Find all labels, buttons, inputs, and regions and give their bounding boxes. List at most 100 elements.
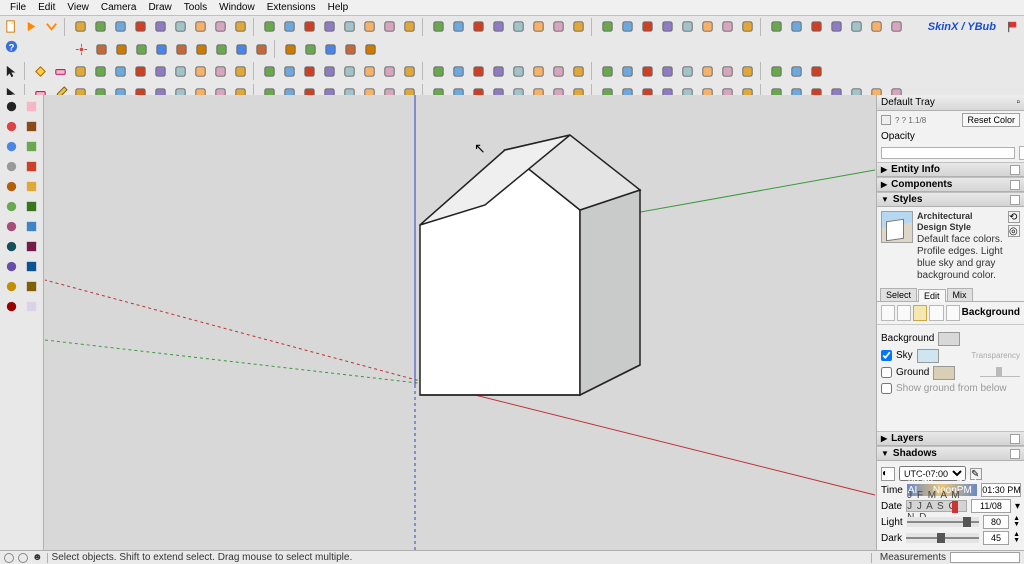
menu-window[interactable]: Window — [213, 2, 261, 13]
tool-icon[interactable] — [340, 17, 359, 36]
menu-edit[interactable]: Edit — [32, 2, 61, 13]
tool-icon[interactable] — [71, 62, 90, 81]
menu-file[interactable]: File — [4, 2, 32, 13]
palette-tool-icon[interactable] — [2, 97, 21, 116]
eraser-icon[interactable] — [51, 62, 70, 81]
palette-tool-icon[interactable] — [2, 177, 21, 196]
bg-sky-swatch[interactable] — [917, 349, 939, 363]
palette-tool-icon[interactable] — [22, 277, 41, 296]
tool-icon[interactable] — [280, 62, 299, 81]
bg-showbelow-checkbox[interactable] — [881, 383, 892, 394]
menu-view[interactable]: View — [61, 2, 95, 13]
palette-tool-icon[interactable] — [2, 257, 21, 276]
tool-icon[interactable] — [260, 62, 279, 81]
face-side[interactable] — [580, 190, 640, 395]
tool-icon[interactable] — [549, 62, 568, 81]
palette-tool-icon[interactable] — [22, 297, 41, 316]
tool-icon[interactable] — [658, 62, 677, 81]
tool-icon[interactable] — [738, 62, 757, 81]
tool-icon[interactable] — [767, 62, 786, 81]
measurements-input[interactable] — [950, 552, 1020, 563]
play-icon[interactable] — [22, 17, 41, 36]
flag-red-icon[interactable] — [1003, 17, 1022, 36]
tool-icon[interactable] — [449, 17, 468, 36]
tool-icon[interactable] — [320, 17, 339, 36]
arrow-down-icon[interactable] — [42, 17, 61, 36]
palette-tool-icon[interactable] — [2, 137, 21, 156]
tool-icon[interactable] — [469, 17, 488, 36]
tool-icon[interactable] — [131, 62, 150, 81]
model-canvas[interactable] — [44, 95, 876, 550]
date-slider[interactable]: J F M A M J J A S O N D — [906, 500, 967, 512]
tool-icon[interactable] — [92, 40, 111, 59]
palette-tool-icon[interactable] — [22, 97, 41, 116]
palette-tool-icon[interactable] — [22, 257, 41, 276]
tool-icon[interactable] — [192, 40, 211, 59]
tool-icon[interactable] — [360, 62, 379, 81]
tool-icon[interactable] — [469, 62, 488, 81]
palette-tool-icon[interactable] — [2, 197, 21, 216]
tool-icon[interactable] — [171, 17, 190, 36]
tool-icon[interactable] — [360, 17, 379, 36]
tool-icon[interactable] — [618, 17, 637, 36]
tool-icon[interactable] — [787, 17, 806, 36]
color-swatch[interactable] — [881, 115, 891, 125]
tool-icon[interactable] — [211, 62, 230, 81]
tool-icon[interactable] — [767, 17, 786, 36]
tool-icon[interactable] — [341, 40, 360, 59]
tool-icon[interactable] — [231, 17, 250, 36]
tool-icon[interactable] — [91, 62, 110, 81]
tool-icon[interactable] — [132, 40, 151, 59]
tool-icon[interactable] — [867, 17, 886, 36]
tool-icon[interactable] — [638, 62, 657, 81]
tool-icon[interactable] — [320, 62, 339, 81]
face-settings-icon[interactable] — [897, 305, 911, 321]
panel-styles[interactable]: ▼Styles — [877, 192, 1024, 207]
tool-icon[interactable] — [678, 62, 697, 81]
skinx-label[interactable]: SkinX / YBub — [922, 19, 1002, 35]
background-settings-icon[interactable] — [913, 305, 927, 321]
tool-icon[interactable] — [131, 17, 150, 36]
tool-icon[interactable] — [509, 17, 528, 36]
tool-icon[interactable] — [340, 62, 359, 81]
status-credits-icon[interactable] — [18, 553, 28, 563]
palette-tool-icon[interactable] — [22, 137, 41, 156]
palette-tool-icon[interactable] — [22, 157, 41, 176]
tool-icon[interactable] — [191, 17, 210, 36]
tool-icon[interactable] — [400, 17, 419, 36]
light-input[interactable] — [983, 515, 1009, 529]
tool-icon[interactable] — [489, 17, 508, 36]
tool-icon[interactable] — [569, 62, 588, 81]
status-geo-icon[interactable] — [4, 553, 14, 563]
tool-icon[interactable] — [598, 17, 617, 36]
tool-icon[interactable] — [807, 17, 826, 36]
tool-icon[interactable] — [738, 17, 757, 36]
style-thumb-icon[interactable] — [881, 211, 913, 243]
tool-icon[interactable] — [171, 62, 190, 81]
menu-camera[interactable]: Camera — [95, 2, 143, 13]
tool-icon[interactable] — [260, 17, 279, 36]
palette-tool-icon[interactable] — [2, 237, 21, 256]
watermark-settings-icon[interactable] — [929, 305, 943, 321]
transparency-slider[interactable] — [980, 369, 1020, 377]
tool-icon[interactable] — [212, 40, 231, 59]
tool-icon[interactable] — [718, 17, 737, 36]
tool-icon[interactable] — [449, 62, 468, 81]
menu-draw[interactable]: Draw — [142, 2, 177, 13]
bg-ground-swatch[interactable] — [933, 366, 955, 380]
menu-tools[interactable]: Tools — [178, 2, 213, 13]
dark-stepper-icon[interactable]: ▲▼ — [1013, 532, 1020, 544]
paint-bucket-icon[interactable] — [31, 62, 50, 81]
bg-background-swatch[interactable] — [938, 332, 960, 346]
style-update-icon[interactable]: ⟲ — [1008, 211, 1020, 223]
palette-tool-icon[interactable] — [2, 157, 21, 176]
tool-icon[interactable] — [301, 40, 320, 59]
tool-icon[interactable] — [232, 40, 251, 59]
tool-icon[interactable] — [827, 17, 846, 36]
panel-shadows[interactable]: ▼Shadows — [877, 446, 1024, 461]
style-new-icon[interactable]: ◎ — [1008, 225, 1020, 237]
tool-icon[interactable] — [698, 17, 717, 36]
tab-edit[interactable]: Edit — [918, 289, 946, 302]
palette-tool-icon[interactable] — [2, 117, 21, 136]
tool-icon[interactable] — [252, 40, 271, 59]
